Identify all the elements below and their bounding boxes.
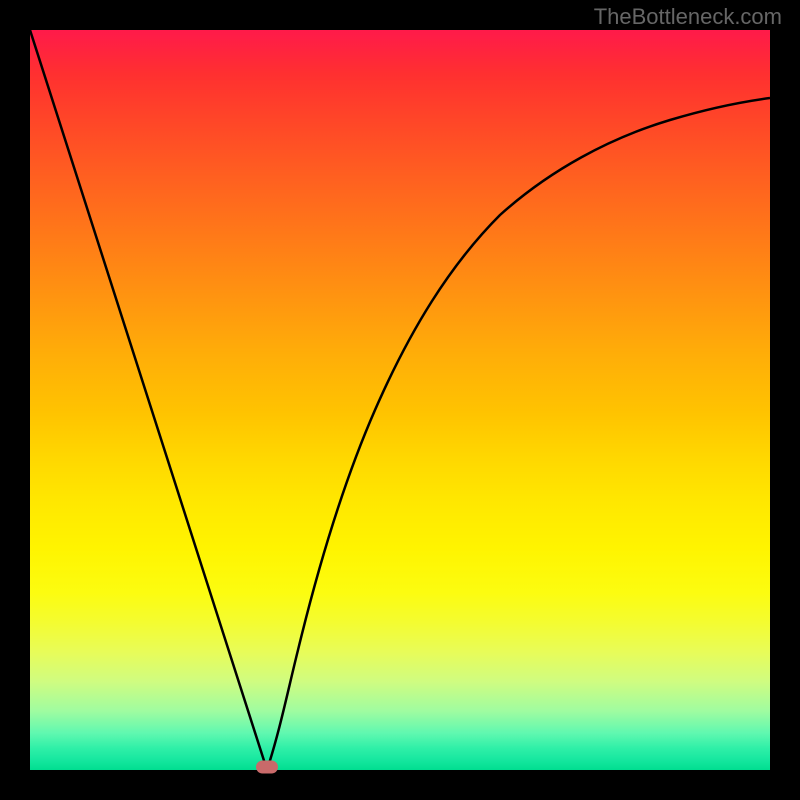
watermark-text: TheBottleneck.com: [594, 4, 782, 30]
chart-marker: [256, 761, 278, 774]
curve-path: [30, 30, 770, 770]
chart-curve: [30, 30, 770, 770]
chart-plot-area: [30, 30, 770, 770]
